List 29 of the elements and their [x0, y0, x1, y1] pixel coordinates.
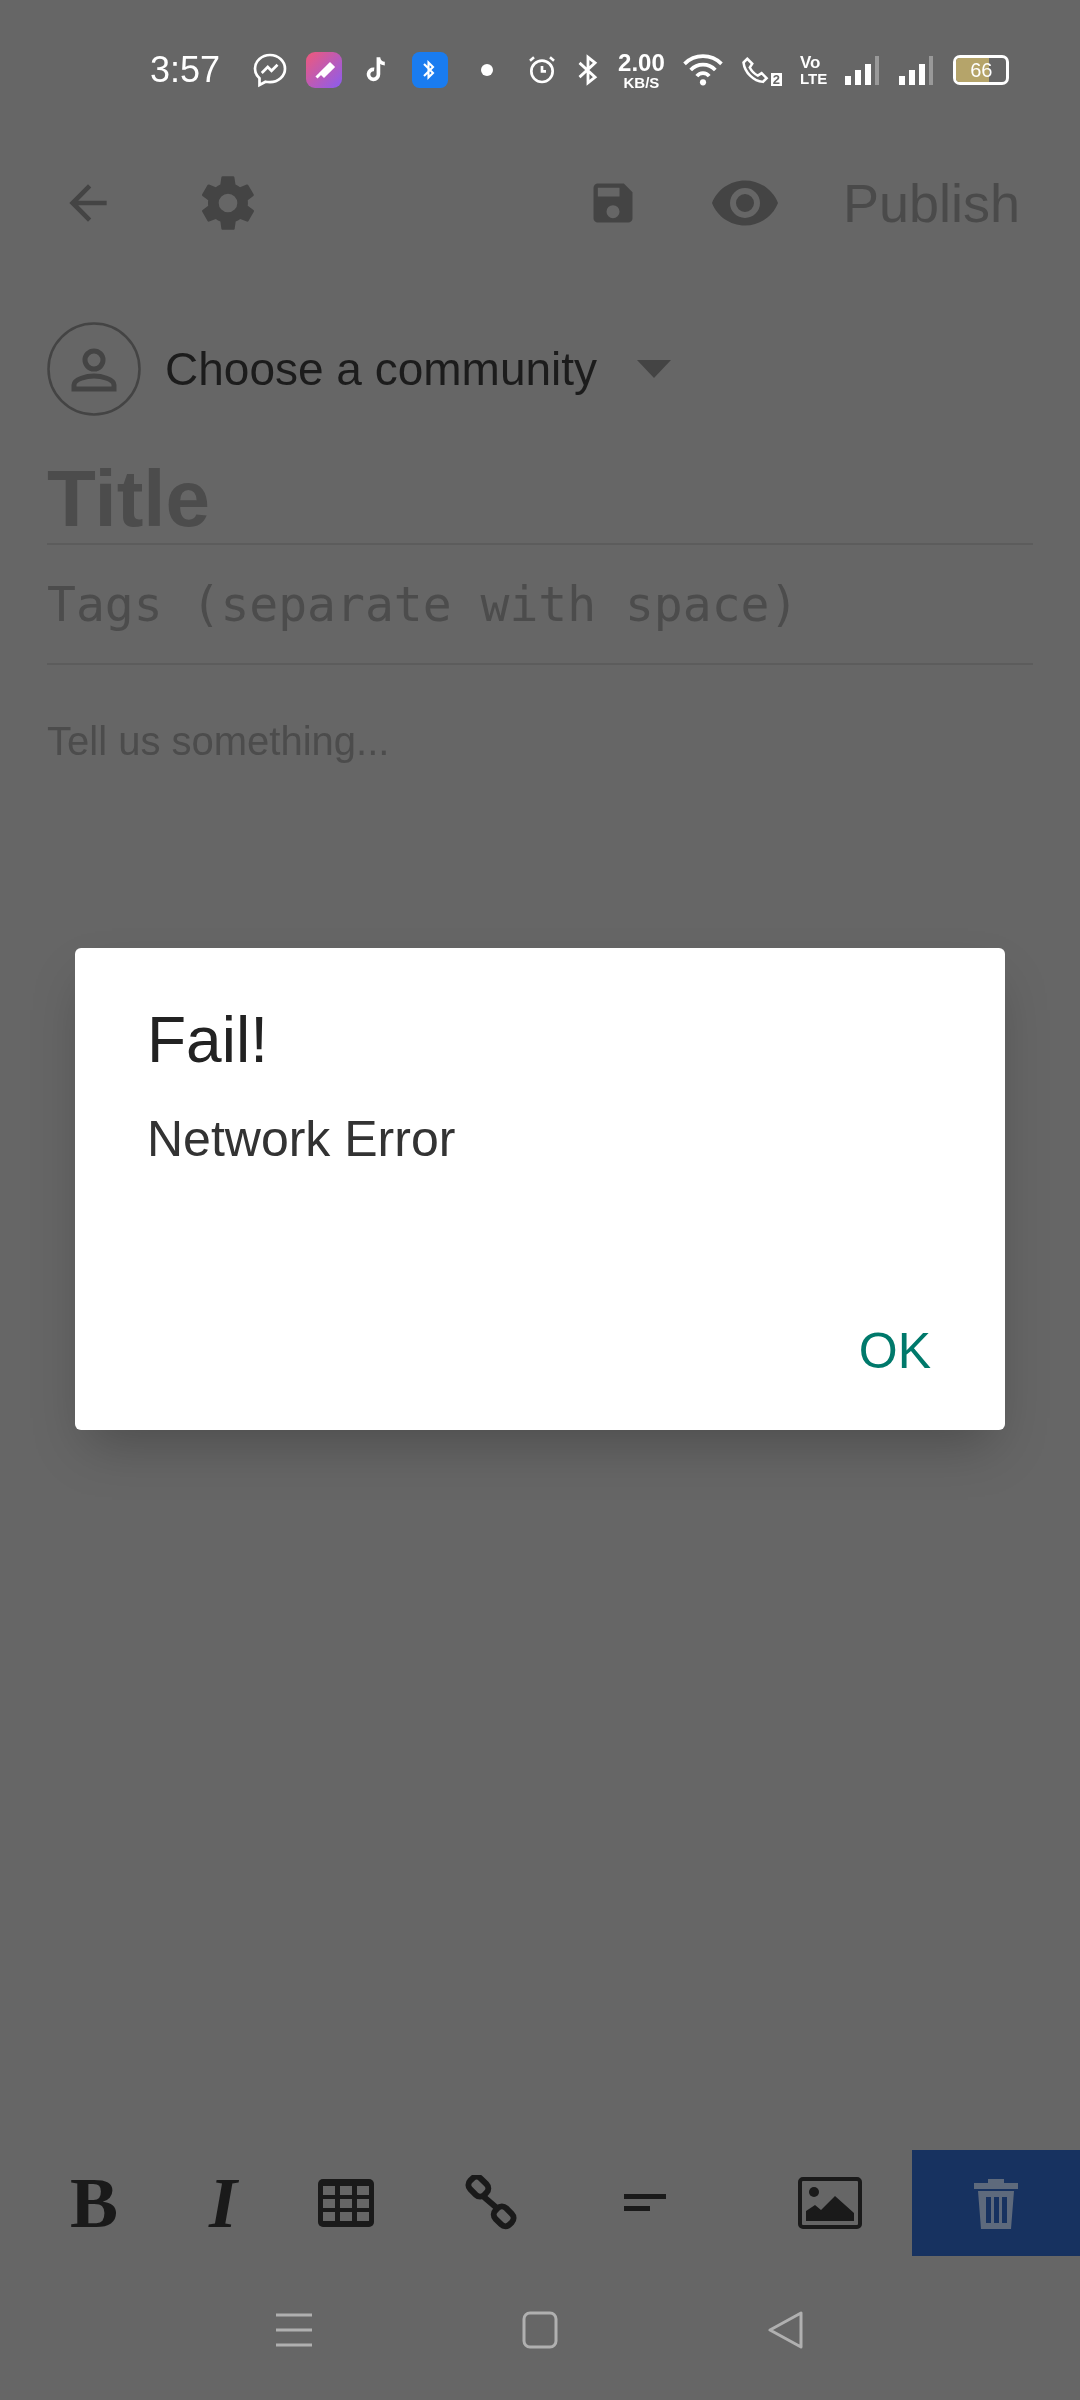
- bold-button[interactable]: B: [0, 2167, 188, 2239]
- sim-number: 2: [770, 73, 783, 86]
- delete-button[interactable]: [912, 2150, 1080, 2256]
- avatar-icon[interactable]: [47, 322, 141, 416]
- clock-time: 3:57: [150, 48, 221, 92]
- lte-label: LTE: [800, 71, 828, 86]
- wifi-icon: [682, 53, 723, 87]
- dialog-title: Fail!: [147, 1008, 269, 1072]
- italic-button[interactable]: I: [188, 2167, 258, 2239]
- signal-icon: [899, 54, 936, 86]
- signal-icon: [845, 54, 882, 86]
- table-icon[interactable]: [318, 2179, 374, 2227]
- caret-icon: [637, 360, 672, 378]
- align-left-icon[interactable]: [624, 2194, 666, 2212]
- volte-label: Vo: [800, 54, 822, 71]
- battery-level: 66: [970, 60, 993, 80]
- app-icon: [306, 52, 343, 88]
- back-triangle-icon[interactable]: [768, 2311, 804, 2349]
- home-square-icon[interactable]: [522, 2311, 558, 2349]
- dot-icon: [480, 63, 495, 77]
- menu-icon[interactable]: [276, 2312, 312, 2348]
- chat-bubble-icon: [252, 52, 289, 88]
- speed-unit: KB/S: [623, 74, 660, 90]
- wifi-call-icon: [740, 54, 771, 86]
- dialog-message: Network Error: [147, 1114, 457, 1164]
- image-icon[interactable]: [798, 2177, 862, 2229]
- bluetooth-app-icon: [412, 52, 449, 88]
- network-speed: 2.00: [618, 50, 665, 75]
- ok-button[interactable]: OK: [856, 1326, 933, 1376]
